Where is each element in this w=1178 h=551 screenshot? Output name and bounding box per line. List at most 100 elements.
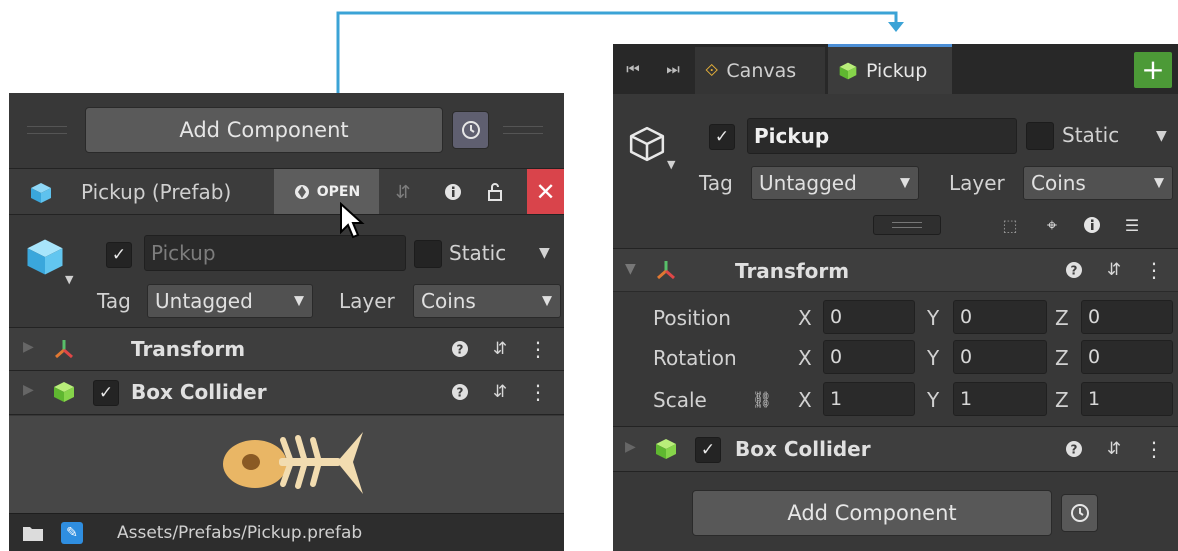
tag-value: Untagged (155, 289, 253, 313)
add-component-button[interactable]: Add Component (692, 490, 1052, 536)
tag-dropdown[interactable]: Untagged ▼ (751, 166, 919, 200)
chevron-down-icon: ▼ (900, 175, 910, 191)
prefab-cube-icon (27, 179, 55, 207)
collapse-handle-button[interactable] (873, 215, 941, 235)
rotation-z-value: 0 (1088, 346, 1101, 368)
rotation-x-field[interactable]: 0 (823, 340, 915, 374)
component-row-box-collider[interactable]: ▶ ✓ Box Collider ? ⇵ ⋮ (9, 371, 564, 415)
foldout-arrow-icon[interactable]: ▶ (625, 439, 636, 455)
chevron-down-icon: ▼ (1154, 175, 1164, 191)
pivot-icon[interactable]: ⌖ (1039, 212, 1065, 238)
more-menu-icon[interactable]: ⋮ (528, 337, 548, 361)
help-icon[interactable]: ? (449, 338, 471, 360)
component-name: Transform (735, 259, 850, 283)
chevron-down-icon: ▼ (542, 293, 552, 309)
icon-dropdown-caret[interactable]: ▼ (65, 273, 73, 286)
scale-z-field[interactable]: 1 (1081, 382, 1173, 416)
component-row-transform[interactable]: ▶ Transform ? ⇵ ⋮ (9, 327, 564, 371)
rotation-label: Rotation (653, 346, 737, 370)
axis-z-label: Z (1055, 346, 1069, 370)
scale-y-value: 1 (960, 388, 973, 410)
pickup-cube-icon (839, 62, 857, 79)
static-label: Static (449, 241, 507, 265)
layer-dropdown[interactable]: Coins ▼ (1023, 166, 1173, 200)
foldout-arrow-icon[interactable]: ▼ (625, 261, 636, 277)
tab-canvas[interactable]: ⟐ Canvas (695, 47, 825, 94)
history-button[interactable] (452, 111, 489, 149)
rotation-z-field[interactable]: 0 (1081, 340, 1173, 374)
static-dropdown-caret[interactable]: ▼ (539, 245, 550, 261)
object-name-field[interactable]: Pickup (747, 118, 1017, 154)
help-icon[interactable]: ? (1063, 259, 1085, 281)
box-collider-icon (51, 379, 77, 405)
position-x-field[interactable]: 0 (823, 300, 915, 334)
history-button[interactable] (1061, 494, 1098, 532)
next-tab-icon[interactable]: ⏭ (663, 58, 683, 80)
axis-x-label: X (798, 388, 812, 412)
more-menu-icon[interactable]: ⋮ (1144, 258, 1164, 282)
left-footer-bar: ✎ Assets/Prefabs/Pickup.prefab (9, 513, 564, 551)
presets-icon[interactable]: ⇵ (488, 337, 512, 361)
static-dropdown-caret[interactable]: ▼ (1156, 128, 1167, 144)
add-component-label: Add Component (787, 501, 957, 525)
position-y-field[interactable]: 0 (953, 300, 1047, 334)
transform-icon (653, 257, 679, 283)
layer-dropdown[interactable]: Coins ▼ (413, 284, 561, 318)
prefab-preview-area (9, 416, 564, 513)
presets-icon[interactable]: ⇵ (488, 380, 512, 404)
list-settings-icon[interactable]: ☰ (1119, 212, 1145, 238)
position-label: Position (653, 306, 731, 330)
icon-dropdown-caret[interactable]: ▼ (667, 158, 675, 171)
presets-icon[interactable]: ⇵ (1102, 258, 1126, 282)
static-checkbox[interactable] (414, 240, 442, 268)
axis-z-label: Z (1055, 388, 1069, 412)
folder-icon[interactable] (21, 523, 45, 543)
position-z-field[interactable]: 0 (1081, 300, 1173, 334)
history-icon (1070, 504, 1089, 522)
axis-y-label: Y (927, 306, 940, 330)
add-component-button[interactable]: Add Component (85, 107, 443, 153)
component-enabled-checkbox[interactable]: ✓ (695, 437, 721, 463)
more-menu-icon[interactable]: ⋮ (528, 380, 548, 404)
more-menu-icon[interactable]: ⋮ (1144, 437, 1164, 461)
static-checkbox[interactable] (1026, 122, 1054, 150)
presets-icon[interactable]: ⇵ (389, 179, 417, 205)
info-icon[interactable] (1079, 212, 1105, 238)
lock-icon[interactable] (482, 179, 508, 205)
object-name-field[interactable]: Pickup (144, 235, 406, 271)
component-row-transform[interactable]: ▼ Transform ? ⇵ ⋮ (613, 248, 1178, 292)
scale-y-field[interactable]: 1 (953, 382, 1047, 416)
select-object-icon[interactable]: ⬚ (997, 212, 1023, 238)
axis-x-label: X (798, 346, 812, 370)
box-collider-icon (653, 436, 679, 462)
asset-path: Assets/Prefabs/Pickup.prefab (117, 523, 363, 543)
edit-script-icon[interactable]: ✎ (61, 522, 83, 544)
add-component-label: Add Component (179, 118, 349, 142)
layer-value: Coins (1031, 171, 1086, 195)
component-row-box-collider[interactable]: ▶ ✓ Box Collider ? ⇵ ⋮ (613, 426, 1178, 472)
help-icon[interactable]: ? (449, 381, 471, 403)
transform-body: Position X 0 Y 0 Z 0 Rotation X 0 Y 0 Z … (613, 292, 1178, 426)
component-enabled-checkbox[interactable]: ✓ (93, 380, 119, 406)
rotation-y-field[interactable]: 0 (953, 340, 1047, 374)
active-checkbox[interactable]: ✓ (106, 242, 132, 268)
info-icon[interactable] (440, 179, 466, 205)
close-button[interactable]: ✕ (527, 169, 564, 214)
tab-bar: ⏮ ⏭ ⟐ Canvas Pickup + (613, 44, 1178, 94)
help-icon[interactable]: ? (1063, 438, 1085, 460)
active-checkbox[interactable]: ✓ (709, 124, 735, 150)
tab-pickup[interactable]: Pickup (828, 44, 952, 94)
foldout-arrow-icon[interactable]: ▶ (23, 339, 34, 355)
constrain-proportions-icon[interactable]: ⛓ (749, 386, 775, 412)
add-tab-button[interactable]: + (1134, 52, 1172, 88)
left-header-row: Pickup (Prefab) OPEN ⇵ ✕ (9, 168, 564, 215)
foldout-arrow-icon[interactable]: ▶ (23, 382, 34, 398)
presets-icon[interactable]: ⇵ (1102, 437, 1126, 461)
svg-text:?: ? (457, 343, 464, 357)
drag-handle-left (27, 126, 67, 134)
tab-label: Canvas (726, 59, 797, 82)
svg-text:?: ? (1071, 264, 1078, 278)
scale-x-field[interactable]: 1 (823, 382, 915, 416)
tag-dropdown[interactable]: Untagged ▼ (147, 284, 313, 318)
previous-tab-icon[interactable]: ⏮ (623, 58, 643, 80)
